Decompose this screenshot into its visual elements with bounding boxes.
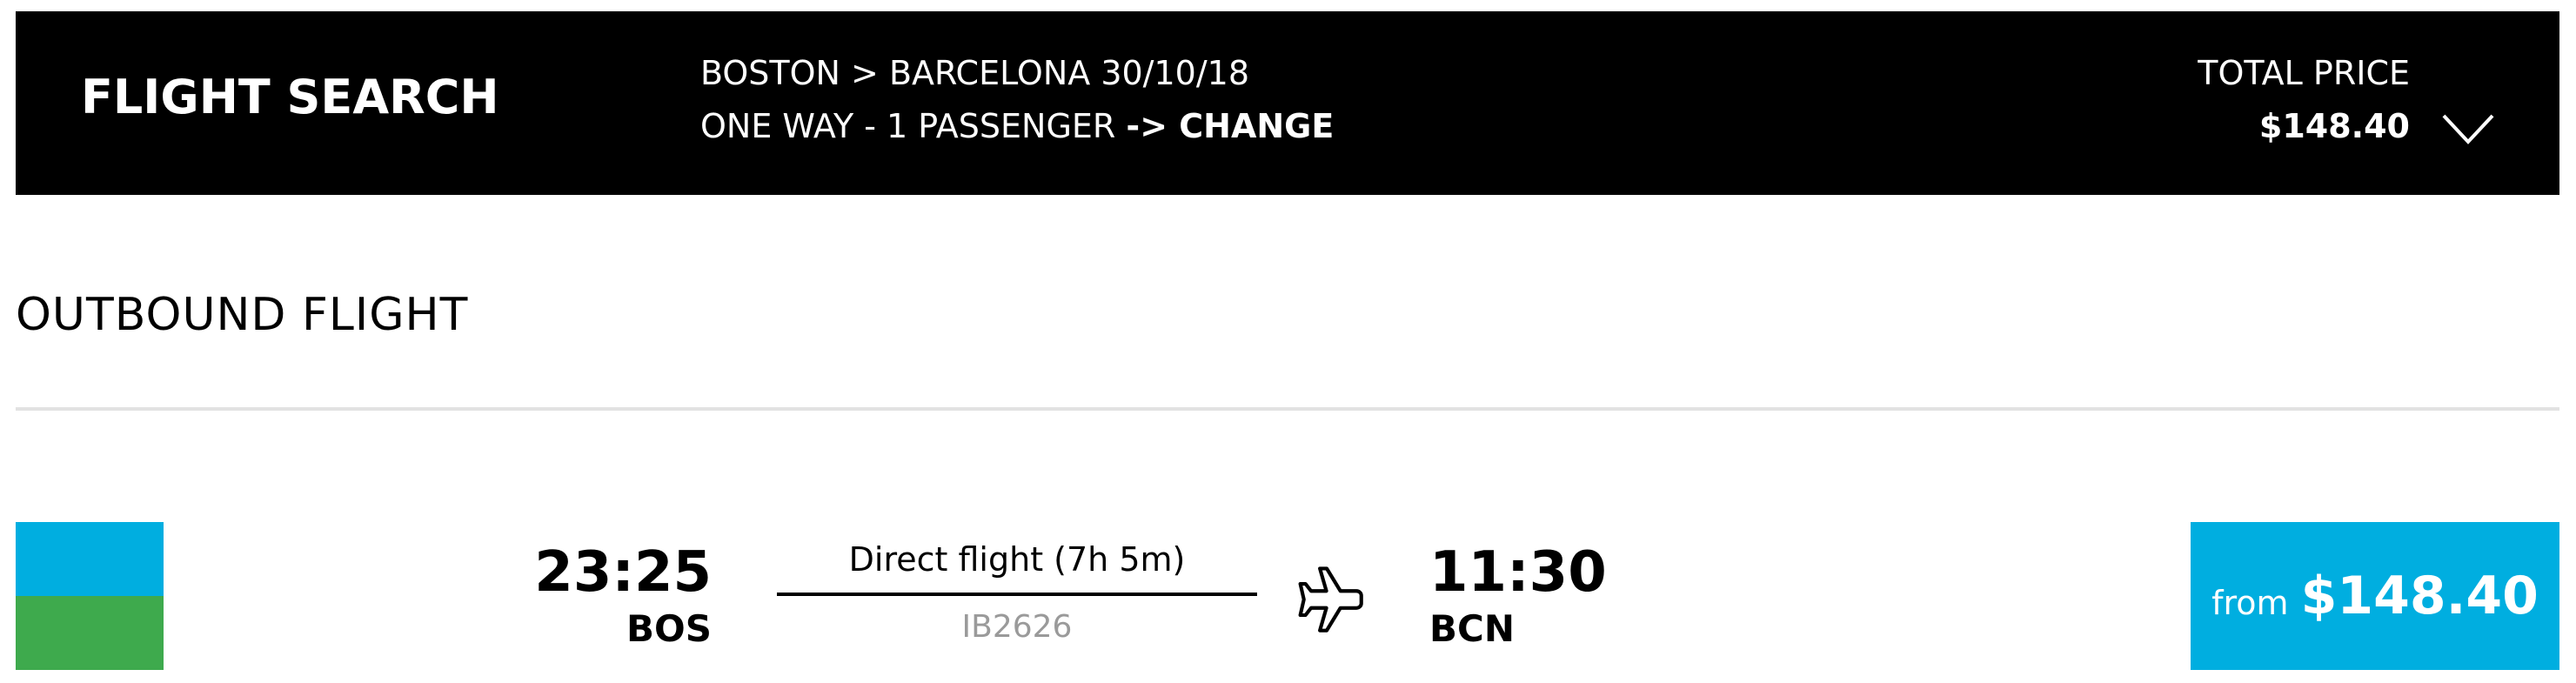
flight-duration: Direct flight (7h 5m) [848,540,1186,579]
change-search-link[interactable]: -> CHANGE [1126,107,1334,145]
page-title: FLIGHT SEARCH [81,70,499,124]
route-summary: BOSTON > BARCELONA 30/10/18 [700,54,1249,92]
route-line [777,593,1257,596]
airline-logo [16,522,164,670]
departure-time: 23:25 [534,540,712,605]
chevron-down-icon[interactable] [2441,112,2495,147]
departure-airport-code: BOS [626,607,712,650]
flight-result-row: 23:25 BOS Direct flight (7h 5m) IB2626 1… [16,522,2559,670]
price-prefix: from [2211,584,2289,622]
airline-logo-bottom [16,596,164,670]
section-title-outbound: OUTBOUND FLIGHT [16,289,469,341]
total-price-value: $148.40 [2258,107,2410,145]
airline-logo-top [16,522,164,596]
airplane-icon [1293,560,1371,639]
arrival-time: 11:30 [1429,540,1607,605]
price-value: $148.40 [2300,566,2539,626]
section-divider [16,407,2559,411]
total-price-label: TOTAL PRICE [2198,54,2410,92]
search-summary-header: FLIGHT SEARCH BOSTON > BARCELONA 30/10/1… [16,11,2559,195]
trip-details-text: ONE WAY - 1 PASSENGER [700,107,1116,145]
arrival-airport-code: BCN [1429,607,1515,650]
select-flight-price-button[interactable]: from $148.40 [2191,522,2559,670]
trip-details: ONE WAY - 1 PASSENGER -> CHANGE [700,110,1334,143]
flight-number: IB2626 [961,609,1073,645]
